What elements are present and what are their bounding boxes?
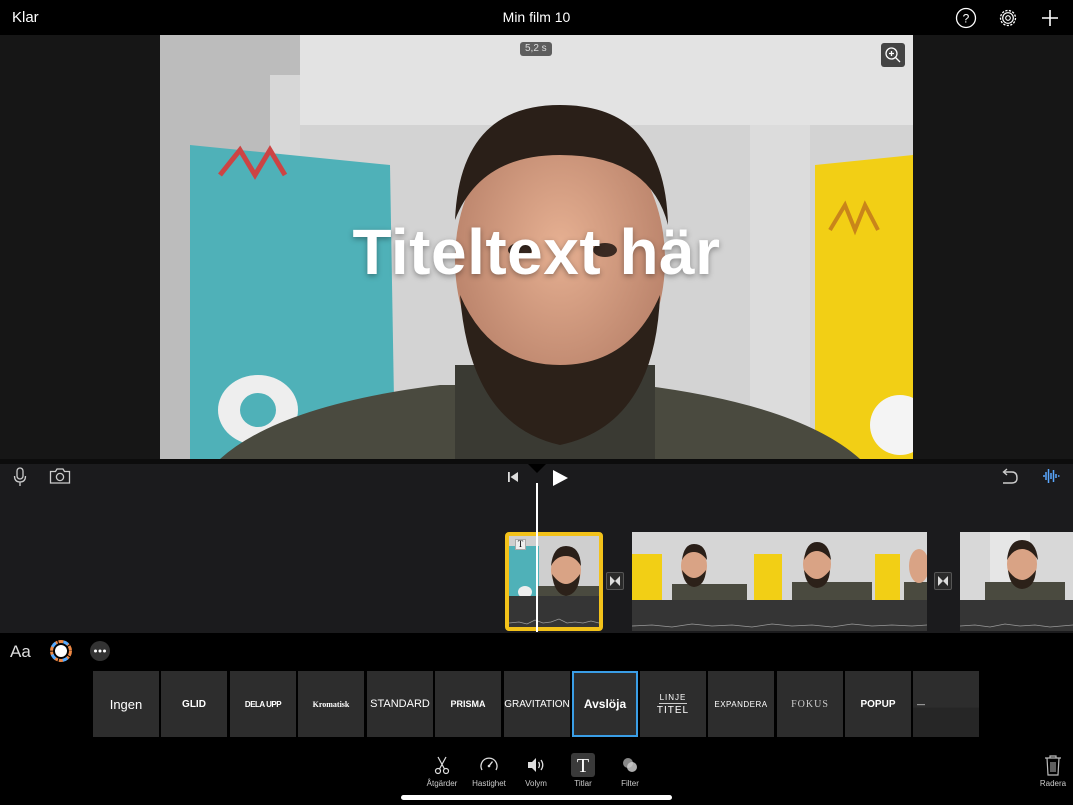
volume-tool[interactable]: Volym [516, 753, 556, 788]
svg-text:?: ? [963, 12, 970, 26]
title-style-expand[interactable]: EXPANDERA [708, 671, 774, 737]
title-marker-icon: T [515, 539, 526, 550]
scissors-icon [434, 756, 450, 775]
undo-icon[interactable] [999, 468, 1019, 486]
add-icon[interactable] [1039, 7, 1061, 29]
more-options-icon[interactable] [89, 640, 111, 662]
playhead[interactable] [536, 483, 538, 632]
transition-button[interactable] [606, 572, 624, 590]
title-style-split[interactable]: DELA UPP [230, 671, 296, 737]
title-style-standard[interactable]: STANDARD [367, 671, 433, 737]
title-style-more[interactable]: — [913, 671, 979, 737]
titles-label: Titlar [574, 779, 592, 788]
titles-tool[interactable]: T Titlar [563, 753, 603, 788]
line-title-line1: LINJE [659, 692, 687, 702]
title-style-glide[interactable]: GLID [161, 671, 227, 737]
done-button[interactable]: Klar [12, 9, 39, 26]
title-style-reveal[interactable]: Avslöja [572, 671, 638, 737]
settings-gear-icon[interactable] [997, 7, 1019, 29]
top-bar: Klar Min film 10 ? [0, 0, 1073, 35]
title-style-focus[interactable]: FOKUS [777, 671, 843, 737]
play-icon[interactable] [551, 469, 569, 487]
clip-audio-track [960, 600, 1073, 631]
skip-to-start-icon[interactable] [507, 471, 520, 483]
waveform-graphic [960, 623, 1073, 628]
titles-text-icon: T [571, 753, 595, 777]
filters-label: Filter [621, 779, 639, 788]
home-indicator[interactable] [401, 795, 672, 800]
video-clip[interactable] [960, 532, 1073, 631]
title-style-popup[interactable]: POPUP [845, 671, 911, 737]
zoom-button[interactable] [881, 43, 905, 67]
camera-icon[interactable] [49, 467, 71, 485]
actions-label: Åtgärder [426, 779, 458, 788]
volume-label: Volym [525, 779, 547, 788]
color-picker-icon[interactable] [50, 640, 72, 662]
title-style-line-title[interactable]: LINJE TITEL [640, 671, 706, 737]
video-clip[interactable] [632, 532, 927, 631]
delete-label: Radera [1039, 779, 1067, 788]
title-style-prism[interactable]: PRISMA [435, 671, 501, 737]
title-overlay-text[interactable]: Titeltext här [160, 215, 913, 289]
audio-waveform-icon[interactable] [1042, 467, 1060, 485]
help-icon[interactable]: ? [955, 7, 977, 29]
clip-thumbnails [632, 532, 927, 600]
microphone-icon[interactable] [12, 467, 28, 487]
title-style-none[interactable]: Ingen [93, 671, 159, 737]
speed-label: Hastighet [472, 779, 506, 788]
clip-audio-track [632, 600, 927, 631]
speaker-icon [528, 758, 544, 772]
transition-button[interactable] [934, 572, 952, 590]
line-title-line2: TITEL [656, 704, 690, 716]
title-style-chromatic[interactable]: Kromatisk [298, 671, 364, 737]
svg-text:T: T [577, 755, 589, 777]
selected-clip[interactable]: T [505, 532, 603, 631]
clip-audio-track [509, 596, 599, 627]
actions-tool[interactable]: Åtgärder [422, 753, 462, 788]
zoom-in-icon [885, 47, 901, 63]
clip-thumbnail [960, 532, 1073, 600]
project-title: Min film 10 [502, 9, 571, 25]
transition-icon [938, 576, 948, 586]
playhead-marker[interactable] [528, 464, 546, 473]
font-button[interactable]: Aa [10, 642, 31, 662]
delete-tool[interactable]: Radera [1033, 753, 1073, 788]
line-title-divider [659, 702, 687, 704]
filters-tool[interactable]: Filter [610, 753, 650, 788]
speedometer-icon [480, 757, 498, 771]
trash-icon [1045, 755, 1061, 776]
speed-tool[interactable]: Hastighet [469, 753, 509, 788]
filters-icon [623, 758, 637, 772]
transition-icon [610, 576, 620, 586]
title-style-gravity[interactable]: GRAVITATION [504, 671, 570, 737]
clip-duration-badge: 5,2 s [520, 42, 552, 56]
title-style-options-bar [0, 633, 1073, 669]
waveform-graphic [509, 618, 599, 625]
waveform-graphic [632, 623, 927, 628]
